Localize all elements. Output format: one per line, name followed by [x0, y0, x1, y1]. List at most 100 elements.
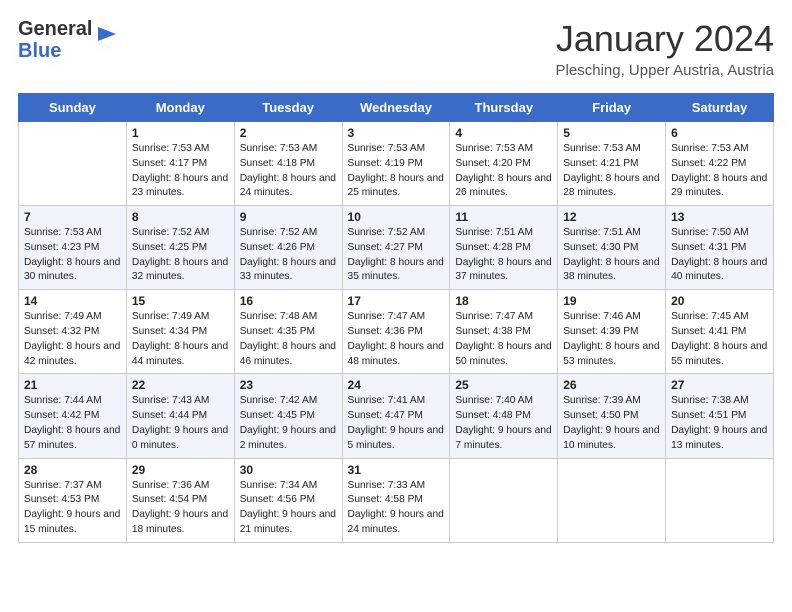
- sunrise-text: Sunrise: 7:53 AM: [348, 143, 426, 154]
- calendar-cell: 4Sunrise: 7:53 AMSunset: 4:20 PMDaylight…: [450, 122, 558, 206]
- daylight-text: Daylight: 8 hours and 48 minutes.: [348, 341, 444, 367]
- page: General Blue January 2024 Plesching, Upp…: [0, 0, 792, 553]
- calendar-cell: 15Sunrise: 7:49 AMSunset: 4:34 PMDayligh…: [126, 290, 234, 374]
- calendar-cell: 6Sunrise: 7:53 AMSunset: 4:22 PMDaylight…: [666, 122, 774, 206]
- daylight-text: Daylight: 9 hours and 13 minutes.: [671, 425, 767, 451]
- day-number: 14: [24, 294, 121, 308]
- logo-arrow-icon: [96, 23, 118, 45]
- cell-content: Sunrise: 7:53 AMSunset: 4:17 PMDaylight:…: [132, 142, 229, 201]
- daylight-text: Daylight: 8 hours and 55 minutes.: [671, 341, 767, 367]
- calendar-cell: [450, 458, 558, 542]
- sunrise-text: Sunrise: 7:47 AM: [455, 311, 533, 322]
- sunset-text: Sunset: 4:50 PM: [563, 410, 638, 421]
- month-title: January 2024: [556, 18, 774, 60]
- calendar-cell: 14Sunrise: 7:49 AMSunset: 4:32 PMDayligh…: [19, 290, 127, 374]
- daylight-text: Daylight: 8 hours and 35 minutes.: [348, 257, 444, 283]
- sunrise-text: Sunrise: 7:52 AM: [132, 227, 210, 238]
- sunrise-text: Sunrise: 7:50 AM: [671, 227, 749, 238]
- daylight-text: Daylight: 8 hours and 40 minutes.: [671, 257, 767, 283]
- sunset-text: Sunset: 4:26 PM: [240, 242, 315, 253]
- day-number: 21: [24, 378, 121, 392]
- header: General Blue January 2024 Plesching, Upp…: [18, 18, 774, 79]
- sunset-text: Sunset: 4:39 PM: [563, 326, 638, 337]
- day-header-thursday: Thursday: [450, 94, 558, 122]
- sunset-text: Sunset: 4:20 PM: [455, 158, 530, 169]
- sunrise-text: Sunrise: 7:53 AM: [563, 143, 641, 154]
- day-number: 12: [563, 210, 660, 224]
- sunrise-text: Sunrise: 7:53 AM: [455, 143, 533, 154]
- calendar-cell: 16 Sunrise: 7:48 AMSunset: 4:35 PMDayligh…: [234, 290, 342, 374]
- cell-content: Sunrise: 7:33 AMSunset: 4:58 PMDaylight:…: [348, 479, 445, 538]
- sunrise-text: Sunrise: 7:49 AM: [24, 311, 102, 322]
- day-number: 9: [240, 210, 337, 224]
- calendar-cell: 13Sunrise: 7:50 AMSunset: 4:31 PMDayligh…: [666, 206, 774, 290]
- day-number: 1: [132, 126, 229, 140]
- calendar-cell: 29Sunrise: 7:36 AMSunset: 4:54 PMDayligh…: [126, 458, 234, 542]
- daylight-text: Daylight: 9 hours and 10 minutes.: [563, 425, 659, 451]
- day-number: 18: [455, 294, 552, 308]
- location-subtitle: Plesching, Upper Austria, Austria: [556, 62, 774, 79]
- cell-content: Sunrise: 7:51 AMSunset: 4:28 PMDaylight:…: [455, 226, 552, 285]
- cell-content: Sunrise: 7:48 AMSunset: 4:35 PMDaylight:…: [240, 310, 337, 369]
- cell-content: Sunrise: 7:46 AMSunset: 4:39 PMDaylight:…: [563, 310, 660, 369]
- calendar-cell: 23Sunrise: 7:42 AMSunset: 4:45 PMDayligh…: [234, 374, 342, 458]
- day-number: 15: [132, 294, 229, 308]
- cell-content: Sunrise: 7:37 AMSunset: 4:53 PMDaylight:…: [24, 479, 121, 538]
- sunset-text: Sunset: 4:53 PM: [24, 494, 99, 505]
- sunset-text: Sunset: 4:34 PM: [132, 326, 207, 337]
- sunset-text: Sunset: 4:17 PM: [132, 158, 207, 169]
- sunset-text: Sunset: 4:56 PM: [240, 494, 315, 505]
- daylight-text: Daylight: 8 hours and 32 minutes.: [132, 257, 228, 283]
- calendar-cell: 2Sunrise: 7:53 AMSunset: 4:18 PMDaylight…: [234, 122, 342, 206]
- day-number: 28: [24, 463, 121, 477]
- day-header-tuesday: Tuesday: [234, 94, 342, 122]
- sunset-text: Sunset: 4:42 PM: [24, 410, 99, 421]
- calendar-table: SundayMondayTuesdayWednesdayThursdayFrid…: [18, 93, 774, 543]
- cell-content: Sunrise: 7:51 AMSunset: 4:30 PMDaylight:…: [563, 226, 660, 285]
- daylight-text: Daylight: 9 hours and 21 minutes.: [240, 509, 336, 535]
- daylight-text: Daylight: 8 hours and 53 minutes.: [563, 341, 659, 367]
- cell-content: Sunrise: 7:44 AMSunset: 4:42 PMDaylight:…: [24, 394, 121, 453]
- calendar-cell: 8Sunrise: 7:52 AMSunset: 4:25 PMDaylight…: [126, 206, 234, 290]
- daylight-text: Daylight: 8 hours and 33 minutes.: [240, 257, 336, 283]
- day-number: 16: [240, 294, 337, 308]
- sunset-text: Sunset: 4:18 PM: [240, 158, 315, 169]
- calendar-cell: 7Sunrise: 7:53 AMSunset: 4:23 PMDaylight…: [19, 206, 127, 290]
- calendar-cell: 12 Sunrise: 7:51 AMSunset: 4:30 PMDayligh…: [558, 206, 666, 290]
- cell-content: Sunrise: 7:42 AMSunset: 4:45 PMDaylight:…: [240, 394, 337, 453]
- calendar-cell: [19, 122, 127, 206]
- day-number: 3: [348, 126, 445, 140]
- day-number: 29: [132, 463, 229, 477]
- day-number: 20: [671, 294, 768, 308]
- sunrise-text: Sunrise: 7:49 AM: [132, 311, 210, 322]
- sunset-text: Sunset: 4:58 PM: [348, 494, 423, 505]
- week-row-4: 21 Sunrise: 7:44 AMSunset: 4:42 PMDayligh…: [19, 374, 774, 458]
- daylight-text: Daylight: 8 hours and 25 minutes.: [348, 173, 444, 199]
- cell-content: Sunrise: 7:52 AMSunset: 4:25 PMDaylight:…: [132, 226, 229, 285]
- day-number: 6: [671, 126, 768, 140]
- daylight-text: Daylight: 9 hours and 7 minutes.: [455, 425, 551, 451]
- cell-content: Sunrise: 7:47 AMSunset: 4:38 PMDaylight:…: [455, 310, 552, 369]
- sunrise-text: Sunrise: 7:51 AM: [455, 227, 533, 238]
- daylight-text: Daylight: 8 hours and 29 minutes.: [671, 173, 767, 199]
- sunset-text: Sunset: 4:35 PM: [240, 326, 315, 337]
- daylight-text: Daylight: 9 hours and 15 minutes.: [24, 509, 120, 535]
- sunset-text: Sunset: 4:21 PM: [563, 158, 638, 169]
- day-number: 11: [455, 210, 552, 224]
- calendar-cell: 1 Sunrise: 7:53 AMSunset: 4:17 PMDaylight…: [126, 122, 234, 206]
- sunrise-text: Sunrise: 7:43 AM: [132, 395, 210, 406]
- day-header-sunday: Sunday: [19, 94, 127, 122]
- week-row-2: 7Sunrise: 7:53 AMSunset: 4:23 PMDaylight…: [19, 206, 774, 290]
- day-number: 7: [24, 210, 121, 224]
- sunset-text: Sunset: 4:27 PM: [348, 242, 423, 253]
- sunrise-text: Sunrise: 7:38 AM: [671, 395, 749, 406]
- cell-content: Sunrise: 7:45 AMSunset: 4:41 PMDaylight:…: [671, 310, 768, 369]
- sunset-text: Sunset: 4:47 PM: [348, 410, 423, 421]
- sunrise-text: Sunrise: 7:51 AM: [563, 227, 641, 238]
- sunrise-text: Sunrise: 7:53 AM: [240, 143, 318, 154]
- daylight-text: Daylight: 8 hours and 37 minutes.: [455, 257, 551, 283]
- day-header-saturday: Saturday: [666, 94, 774, 122]
- calendar-cell: 21 Sunrise: 7:44 AMSunset: 4:42 PMDayligh…: [19, 374, 127, 458]
- daylight-text: Daylight: 8 hours and 42 minutes.: [24, 341, 120, 367]
- cell-content: Sunrise: 7:47 AMSunset: 4:36 PMDaylight:…: [348, 310, 445, 369]
